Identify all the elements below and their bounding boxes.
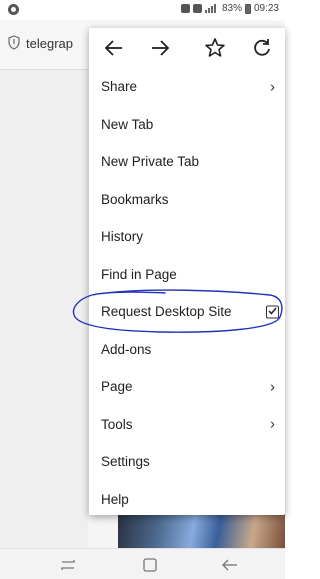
checkmark-icon bbox=[268, 307, 277, 315]
chevron-right-icon: › bbox=[270, 415, 275, 433]
status-indicators: 83% 09:23 bbox=[180, 3, 279, 14]
menu-item-label: Settings bbox=[101, 454, 150, 470]
home-icon[interactable] bbox=[140, 557, 160, 573]
menu-item-tools[interactable]: Tools › bbox=[89, 406, 285, 444]
forward-button[interactable] bbox=[146, 34, 174, 62]
menu-item-settings[interactable]: Settings bbox=[89, 443, 285, 481]
menu-item-label: Share bbox=[101, 79, 138, 95]
menu-item-label: New Private Tab bbox=[101, 154, 200, 170]
reload-icon bbox=[254, 39, 270, 56]
battery-icon bbox=[244, 3, 251, 14]
notification-icon bbox=[8, 4, 19, 15]
menu-item-label: New Tab bbox=[101, 116, 154, 132]
menu-item-label: Bookmarks bbox=[101, 191, 169, 207]
forward-arrow-icon bbox=[152, 40, 170, 56]
menu-item-bookmarks[interactable]: Bookmarks bbox=[89, 181, 285, 219]
bookmark-star-button[interactable] bbox=[201, 34, 229, 62]
wifi-signal-icon bbox=[204, 4, 219, 13]
menu-item-label: Tools bbox=[101, 416, 133, 432]
menu-item-label: Page bbox=[101, 379, 133, 395]
back-nav-icon[interactable] bbox=[220, 557, 240, 573]
menu-item-label: Find in Page bbox=[101, 266, 177, 282]
page-left-panel bbox=[0, 70, 88, 548]
back-button[interactable] bbox=[100, 34, 128, 62]
menu-item-label: Add-ons bbox=[101, 341, 152, 357]
menu-nav-row bbox=[89, 28, 285, 68]
shield-icon bbox=[8, 35, 20, 50]
url-text[interactable]: telegrap bbox=[26, 36, 96, 51]
menu-item-label: Help bbox=[101, 491, 129, 507]
silent-icon bbox=[192, 4, 202, 13]
chevron-right-icon: › bbox=[270, 378, 275, 396]
menu-item-find-in-page[interactable]: Find in Page bbox=[89, 256, 285, 294]
battery-text: 83% bbox=[221, 3, 242, 14]
menu-item-new-tab[interactable]: New Tab bbox=[89, 106, 285, 144]
back-arrow-icon bbox=[104, 40, 122, 56]
reload-button[interactable] bbox=[248, 34, 276, 62]
menu-item-request-desktop-site[interactable]: Request Desktop Site bbox=[89, 293, 285, 331]
menu-item-label: Request Desktop Site bbox=[101, 304, 232, 320]
system-nav-bar bbox=[0, 548, 285, 579]
clock: 09:23 bbox=[253, 3, 279, 14]
menu-item-share[interactable]: Share › bbox=[89, 68, 285, 106]
alarm-icon bbox=[180, 4, 190, 13]
recent-apps-icon[interactable] bbox=[58, 557, 78, 573]
overflow-menu: Share › New Tab New Private Tab Bookmark… bbox=[89, 28, 285, 515]
request-desktop-checkbox[interactable] bbox=[266, 305, 279, 319]
menu-item-label: History bbox=[101, 229, 144, 245]
star-icon bbox=[205, 38, 225, 57]
menu-item-page[interactable]: Page › bbox=[89, 368, 285, 406]
chevron-right-icon: › bbox=[270, 78, 275, 96]
menu-item-new-private-tab[interactable]: New Private Tab bbox=[89, 143, 285, 181]
status-bar: 83% 09:23 bbox=[0, 0, 285, 20]
menu-item-help[interactable]: Help bbox=[89, 481, 285, 519]
menu-item-history[interactable]: History bbox=[89, 218, 285, 256]
menu-item-add-ons[interactable]: Add-ons bbox=[89, 331, 285, 369]
